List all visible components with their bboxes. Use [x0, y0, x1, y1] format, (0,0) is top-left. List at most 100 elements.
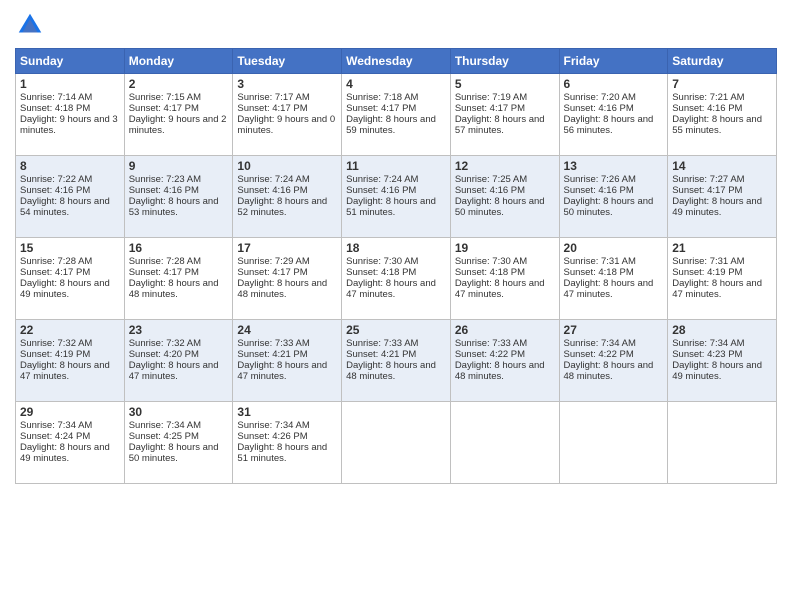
sunrise-text: Sunrise: 7:34 AM — [20, 420, 92, 431]
calendar-cell: 11Sunrise: 7:24 AMSunset: 4:16 PMDayligh… — [342, 156, 451, 238]
calendar-cell: 26Sunrise: 7:33 AMSunset: 4:22 PMDayligh… — [450, 320, 559, 402]
day-number: 5 — [455, 77, 555, 91]
logo-icon — [15, 10, 45, 40]
sunrise-text: Sunrise: 7:31 AM — [672, 256, 744, 267]
sunset-text: Sunset: 4:16 PM — [237, 185, 307, 196]
daylight-text: Daylight: 8 hours and 47 minutes. — [672, 278, 762, 300]
calendar-cell: 16Sunrise: 7:28 AMSunset: 4:17 PMDayligh… — [124, 238, 233, 320]
daylight-text: Daylight: 8 hours and 50 minutes. — [455, 196, 545, 218]
daylight-text: Daylight: 8 hours and 48 minutes. — [237, 278, 327, 300]
daylight-text: Daylight: 8 hours and 49 minutes. — [672, 360, 762, 382]
calendar-cell: 25Sunrise: 7:33 AMSunset: 4:21 PMDayligh… — [342, 320, 451, 402]
day-number: 17 — [237, 241, 337, 255]
sunrise-text: Sunrise: 7:24 AM — [237, 174, 309, 185]
day-number: 13 — [564, 159, 664, 173]
daylight-text: Daylight: 8 hours and 54 minutes. — [20, 196, 110, 218]
sunrise-text: Sunrise: 7:22 AM — [20, 174, 92, 185]
sunrise-text: Sunrise: 7:27 AM — [672, 174, 744, 185]
sunrise-text: Sunrise: 7:31 AM — [564, 256, 636, 267]
calendar-cell: 20Sunrise: 7:31 AMSunset: 4:18 PMDayligh… — [559, 238, 668, 320]
day-number: 26 — [455, 323, 555, 337]
sunrise-text: Sunrise: 7:29 AM — [237, 256, 309, 267]
sunset-text: Sunset: 4:19 PM — [20, 349, 90, 360]
daylight-text: Daylight: 8 hours and 51 minutes. — [346, 196, 436, 218]
calendar-cell: 17Sunrise: 7:29 AMSunset: 4:17 PMDayligh… — [233, 238, 342, 320]
daylight-text: Daylight: 8 hours and 57 minutes. — [455, 114, 545, 136]
calendar-cell: 14Sunrise: 7:27 AMSunset: 4:17 PMDayligh… — [668, 156, 777, 238]
daylight-text: Daylight: 9 hours and 3 minutes. — [20, 114, 118, 136]
sunrise-text: Sunrise: 7:30 AM — [346, 256, 418, 267]
day-number: 16 — [129, 241, 229, 255]
day-number: 4 — [346, 77, 446, 91]
daylight-text: Daylight: 8 hours and 48 minutes. — [455, 360, 545, 382]
day-number: 25 — [346, 323, 446, 337]
daylight-text: Daylight: 8 hours and 52 minutes. — [237, 196, 327, 218]
day-number: 3 — [237, 77, 337, 91]
day-number: 21 — [672, 241, 772, 255]
sunset-text: Sunset: 4:18 PM — [455, 267, 525, 278]
calendar-cell — [559, 402, 668, 484]
calendar-cell: 22Sunrise: 7:32 AMSunset: 4:19 PMDayligh… — [16, 320, 125, 402]
week-row-1: 1Sunrise: 7:14 AMSunset: 4:18 PMDaylight… — [16, 74, 777, 156]
sunrise-text: Sunrise: 7:24 AM — [346, 174, 418, 185]
sunset-text: Sunset: 4:25 PM — [129, 431, 199, 442]
calendar-cell: 19Sunrise: 7:30 AMSunset: 4:18 PMDayligh… — [450, 238, 559, 320]
sunrise-text: Sunrise: 7:34 AM — [129, 420, 201, 431]
sunrise-text: Sunrise: 7:33 AM — [237, 338, 309, 349]
calendar-cell: 28Sunrise: 7:34 AMSunset: 4:23 PMDayligh… — [668, 320, 777, 402]
sunset-text: Sunset: 4:16 PM — [455, 185, 525, 196]
day-number: 18 — [346, 241, 446, 255]
calendar-cell: 6Sunrise: 7:20 AMSunset: 4:16 PMDaylight… — [559, 74, 668, 156]
daylight-text: Daylight: 9 hours and 0 minutes. — [237, 114, 335, 136]
col-header-monday: Monday — [124, 49, 233, 74]
sunset-text: Sunset: 4:18 PM — [564, 267, 634, 278]
calendar-cell: 24Sunrise: 7:33 AMSunset: 4:21 PMDayligh… — [233, 320, 342, 402]
day-number: 28 — [672, 323, 772, 337]
col-header-thursday: Thursday — [450, 49, 559, 74]
sunset-text: Sunset: 4:17 PM — [129, 267, 199, 278]
sunset-text: Sunset: 4:21 PM — [237, 349, 307, 360]
calendar-cell: 18Sunrise: 7:30 AMSunset: 4:18 PMDayligh… — [342, 238, 451, 320]
day-number: 29 — [20, 405, 120, 419]
daylight-text: Daylight: 8 hours and 48 minutes. — [346, 360, 436, 382]
sunset-text: Sunset: 4:24 PM — [20, 431, 90, 442]
daylight-text: Daylight: 8 hours and 47 minutes. — [129, 360, 219, 382]
day-number: 10 — [237, 159, 337, 173]
sunrise-text: Sunrise: 7:32 AM — [129, 338, 201, 349]
daylight-text: Daylight: 8 hours and 47 minutes. — [455, 278, 545, 300]
col-header-sunday: Sunday — [16, 49, 125, 74]
page-container: SundayMondayTuesdayWednesdayThursdayFrid… — [0, 0, 792, 494]
calendar-cell — [342, 402, 451, 484]
sunset-text: Sunset: 4:17 PM — [455, 103, 525, 114]
daylight-text: Daylight: 8 hours and 51 minutes. — [237, 442, 327, 464]
sunset-text: Sunset: 4:16 PM — [564, 185, 634, 196]
daylight-text: Daylight: 8 hours and 47 minutes. — [237, 360, 327, 382]
daylight-text: Daylight: 8 hours and 48 minutes. — [564, 360, 654, 382]
day-number: 30 — [129, 405, 229, 419]
sunset-text: Sunset: 4:17 PM — [237, 267, 307, 278]
sunrise-text: Sunrise: 7:26 AM — [564, 174, 636, 185]
calendar-cell: 1Sunrise: 7:14 AMSunset: 4:18 PMDaylight… — [16, 74, 125, 156]
calendar-cell: 3Sunrise: 7:17 AMSunset: 4:17 PMDaylight… — [233, 74, 342, 156]
sunrise-text: Sunrise: 7:33 AM — [455, 338, 527, 349]
sunset-text: Sunset: 4:16 PM — [129, 185, 199, 196]
logo — [15, 10, 49, 40]
calendar-cell: 2Sunrise: 7:15 AMSunset: 4:17 PMDaylight… — [124, 74, 233, 156]
daylight-text: Daylight: 8 hours and 55 minutes. — [672, 114, 762, 136]
sunrise-text: Sunrise: 7:15 AM — [129, 92, 201, 103]
sunrise-text: Sunrise: 7:30 AM — [455, 256, 527, 267]
calendar-cell: 5Sunrise: 7:19 AMSunset: 4:17 PMDaylight… — [450, 74, 559, 156]
sunrise-text: Sunrise: 7:20 AM — [564, 92, 636, 103]
calendar-cell: 8Sunrise: 7:22 AMSunset: 4:16 PMDaylight… — [16, 156, 125, 238]
sunset-text: Sunset: 4:23 PM — [672, 349, 742, 360]
sunset-text: Sunset: 4:16 PM — [20, 185, 90, 196]
daylight-text: Daylight: 8 hours and 53 minutes. — [129, 196, 219, 218]
day-number: 23 — [129, 323, 229, 337]
sunrise-text: Sunrise: 7:33 AM — [346, 338, 418, 349]
day-number: 20 — [564, 241, 664, 255]
sunset-text: Sunset: 4:22 PM — [455, 349, 525, 360]
day-number: 22 — [20, 323, 120, 337]
sunrise-text: Sunrise: 7:18 AM — [346, 92, 418, 103]
sunset-text: Sunset: 4:17 PM — [346, 103, 416, 114]
sunset-text: Sunset: 4:17 PM — [672, 185, 742, 196]
